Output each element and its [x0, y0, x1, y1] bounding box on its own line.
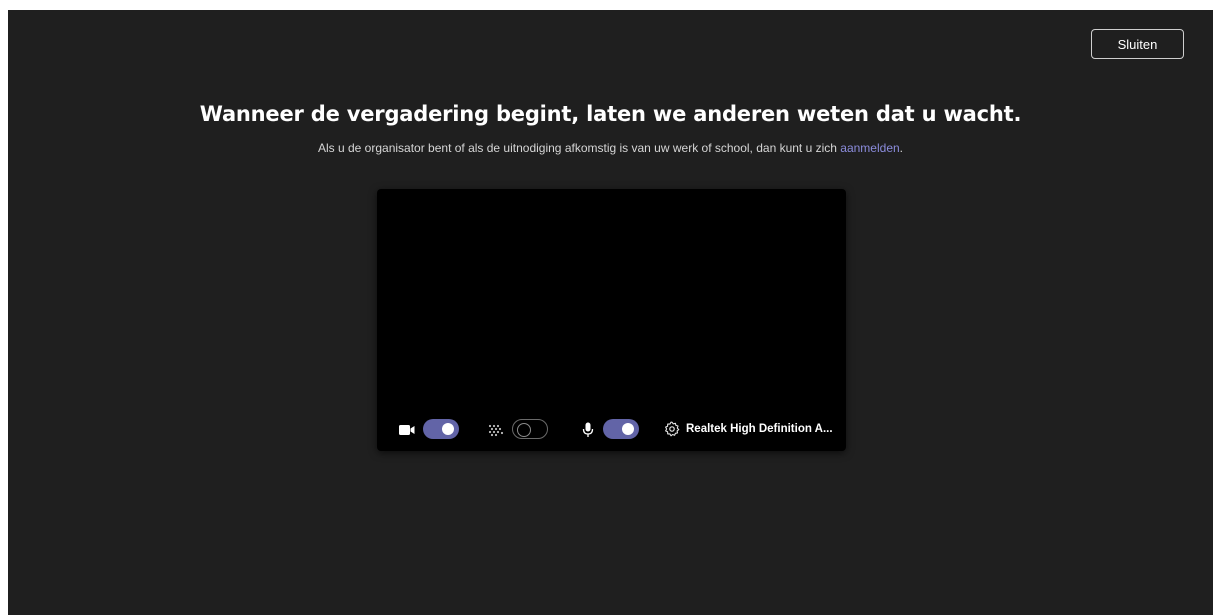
microphone-icon	[579, 422, 597, 438]
sign-in-hint-text: Als u de organisator bent of als de uitn…	[317, 141, 841, 155]
video-preview: Realtek High Definition A...	[377, 189, 846, 451]
camera-toggle-knob	[442, 423, 454, 435]
close-button[interactable]: Sluiten	[1091, 29, 1184, 59]
device-controls: Realtek High Definition A...	[377, 417, 846, 443]
audio-device-settings[interactable]: Realtek High Definition A...	[664, 419, 833, 439]
gear-icon	[664, 421, 680, 437]
sign-in-hint: Als u de organisator bent of als de uitn…	[8, 141, 1213, 155]
video-camera-icon	[398, 422, 416, 438]
microphone-toggle-knob	[622, 423, 634, 435]
meeting-prejoin-screen: Sluiten Wanneer de vergadering begint, l…	[8, 10, 1213, 615]
background-blur-toggle-knob	[517, 423, 531, 437]
background-blur-icon	[487, 422, 505, 438]
audio-device-name: Realtek High Definition A...	[686, 423, 833, 435]
sign-in-hint-end: .	[899, 141, 904, 155]
microphone-toggle[interactable]	[603, 419, 639, 439]
page-title: Wanneer de vergadering begint, laten we …	[199, 102, 1022, 126]
sign-in-link[interactable]: aanmelden	[840, 141, 899, 155]
camera-toggle[interactable]	[423, 419, 459, 439]
background-blur-toggle[interactable]	[512, 419, 548, 439]
